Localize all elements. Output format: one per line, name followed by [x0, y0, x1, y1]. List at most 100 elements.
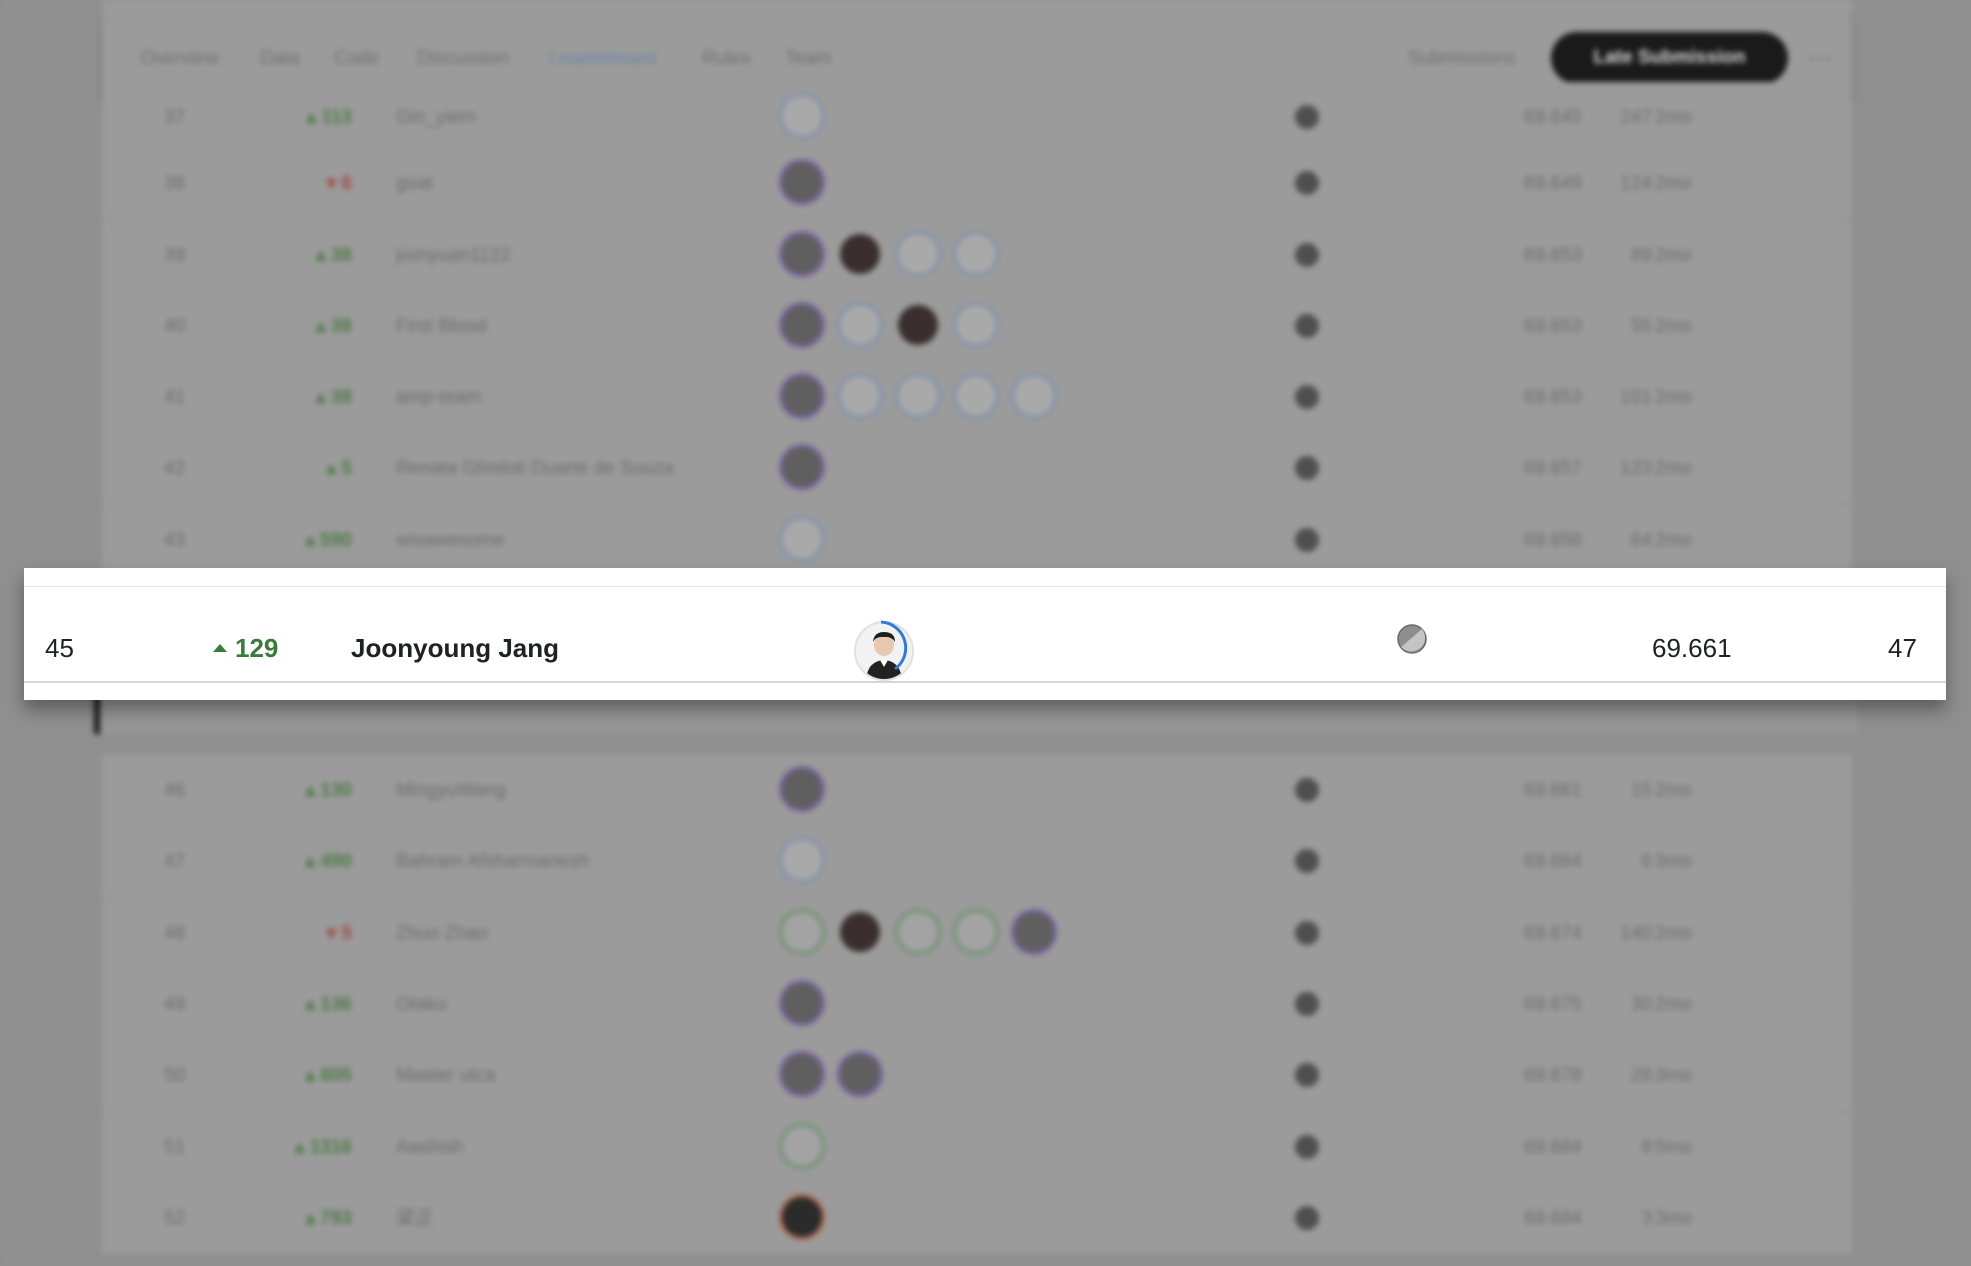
rank-change-value: 5: [341, 923, 352, 944]
public-score: 69.661: [1652, 633, 1732, 663]
member-avatar[interactable]: [782, 519, 822, 559]
team-name[interactable]: Bahram Afsharmanesh: [396, 826, 589, 897]
member-avatar[interactable]: [898, 305, 938, 345]
table-row[interactable]: 41 ▴ 38 amp-team 69.653 101 2mo: [102, 362, 1852, 434]
tab-team[interactable]: Team: [785, 48, 831, 70]
member-avatar[interactable]: [782, 912, 822, 952]
highlighted-team-row[interactable]: 45 129 Joonyoung Jang 69.661 47: [24, 568, 1946, 700]
row-rank: 38: [164, 173, 186, 194]
member-avatar[interactable]: [782, 1126, 822, 1166]
rank-change-value: 5: [341, 458, 352, 479]
last-submission: 2mo: [1655, 173, 1692, 194]
member-avatar[interactable]: [782, 983, 822, 1023]
team-name[interactable]: Joonyoung Jang: [351, 633, 559, 664]
tab-discussion[interactable]: Discussion: [417, 48, 509, 70]
last-submission: 2mo: [1655, 245, 1692, 266]
team-name[interactable]: Otaku: [396, 969, 447, 1040]
member-avatar[interactable]: [956, 305, 996, 345]
member-avatar[interactable]: [898, 234, 938, 274]
table-row[interactable]: 51 ▴ 1316 Aashish 69.684 8 5mo: [102, 1112, 1852, 1184]
rank-change-value: 590: [320, 530, 352, 551]
tab-leaderboard[interactable]: Leaderboard: [549, 48, 657, 70]
member-avatar[interactable]: [782, 376, 822, 416]
last-submission: 2mo: [1655, 780, 1692, 801]
table-row[interactable]: 49 ▴ 136 Otaku 69.675 30 2mo: [102, 969, 1852, 1041]
team-name[interactable]: amp-team: [396, 362, 482, 433]
member-avatar[interactable]: [1014, 912, 1054, 952]
last-submission: 2mo: [1655, 994, 1692, 1015]
medal-icon: [1397, 624, 1427, 654]
team-name[interactable]: First Blood: [396, 291, 487, 362]
team-name[interactable]: Master utca: [396, 1040, 495, 1111]
team-members: [782, 234, 1014, 278]
table-row[interactable]: 43 ▴ 590 wisawesome 69.658 64 2mo: [102, 505, 1852, 577]
rank-change: ▴ 113: [306, 107, 352, 128]
row-rank: 40: [164, 316, 186, 337]
member-avatar[interactable]: [898, 376, 938, 416]
rank-up-icon: [213, 644, 227, 653]
medal-icon: [1295, 778, 1319, 802]
table-row[interactable]: 52 ▴ 793 梁正 69.684 3 3mo: [102, 1183, 1852, 1255]
team-name[interactable]: MingyuWang: [396, 755, 506, 826]
member-avatar[interactable]: [840, 305, 880, 345]
submissions-link[interactable]: Submissions: [1408, 48, 1516, 70]
entries-count: 124: [1620, 173, 1652, 194]
table-row[interactable]: 47 ▴ 490 Bahram Afsharmanesh 69.664 6 3mo: [102, 826, 1852, 898]
entries-count: 64: [1630, 530, 1652, 551]
member-avatar[interactable]: [782, 1197, 822, 1237]
member-avatar[interactable]: [898, 912, 938, 952]
member-avatar[interactable]: [1014, 376, 1054, 416]
table-row[interactable]: 48 ▾ 5 Zhuo Zhao 69.674 140 2mo: [102, 898, 1852, 970]
team-members: [782, 305, 1014, 349]
table-row[interactable]: 50 ▴ 805 Master utca 69.678 28 3mo: [102, 1040, 1852, 1112]
member-avatar[interactable]: [840, 1054, 880, 1094]
member-avatar[interactable]: [782, 305, 822, 345]
row-rank: 47: [164, 851, 186, 872]
member-avatar[interactable]: [840, 234, 880, 274]
tab-overview[interactable]: Overview: [140, 48, 219, 70]
tab-code[interactable]: Code: [334, 48, 379, 70]
team-name[interactable]: wisawesome: [396, 505, 505, 576]
team-name[interactable]: Gin_yiem: [396, 82, 476, 153]
team-name[interactable]: Zhuo Zhao: [396, 898, 488, 969]
public-score: 69.664: [1523, 851, 1582, 872]
table-row[interactable]: 46 ▴ 130 MingyuWang 69.661 15 2mo: [102, 755, 1852, 827]
medal-icon: [1295, 171, 1319, 195]
member-avatar[interactable]: [782, 162, 822, 202]
team-name[interactable]: goat: [396, 148, 433, 219]
member-avatar[interactable]: [782, 1054, 822, 1094]
team-name[interactable]: Aashish: [396, 1112, 464, 1183]
rank-change: ▴ 5: [326, 458, 352, 479]
team-name[interactable]: jixinyuan1122: [396, 220, 511, 291]
rank-change: ▴ 38: [316, 387, 352, 408]
team-name[interactable]: 梁正: [396, 1183, 434, 1254]
medal-icon: [1295, 105, 1319, 129]
table-row[interactable]: 38 ▾ 6 goat 69.649 124 2mo: [102, 148, 1852, 220]
table-row[interactable]: 42 ▴ 5 Renata Ghisloti Duarte de Souza 69.6…: [102, 433, 1852, 505]
member-avatar[interactable]: [782, 96, 822, 136]
member-avatar[interactable]: [956, 912, 996, 952]
entries-count: 30: [1630, 994, 1652, 1015]
member-avatar[interactable]: [782, 840, 822, 880]
table-row[interactable]: 39 ▴ 38 jixinyuan1122 69.653 89 2mo: [102, 220, 1852, 292]
more-options-icon[interactable]: ···: [1808, 44, 1832, 72]
row-rank: 49: [164, 994, 186, 1015]
table-row[interactable]: 37 ▴ 113 Gin_yiem 69.645 247 2mo: [102, 82, 1852, 154]
medal-icon: [1295, 1063, 1319, 1087]
member-avatar[interactable]: [840, 376, 880, 416]
team-name[interactable]: Renata Ghisloti Duarte de Souza: [396, 433, 674, 504]
last-submission: 5mo: [1655, 1137, 1692, 1158]
member-avatar[interactable]: [782, 447, 822, 487]
late-submission-button[interactable]: Late Submission: [1551, 32, 1788, 84]
member-avatar[interactable]: [782, 769, 822, 809]
member-avatar[interactable]: [956, 234, 996, 274]
row-rank: 51: [164, 1137, 186, 1158]
rank-change-value: 490: [320, 851, 352, 872]
member-avatar[interactable]: [840, 912, 880, 952]
tab-rules[interactable]: Rules: [702, 48, 751, 70]
table-row[interactable]: 40 ▴ 38 First Blood 69.653 55 2mo: [102, 291, 1852, 363]
rank-change-value: 113: [321, 107, 352, 128]
member-avatar[interactable]: [956, 376, 996, 416]
tab-data[interactable]: Data: [260, 48, 300, 70]
member-avatar[interactable]: [782, 234, 822, 274]
